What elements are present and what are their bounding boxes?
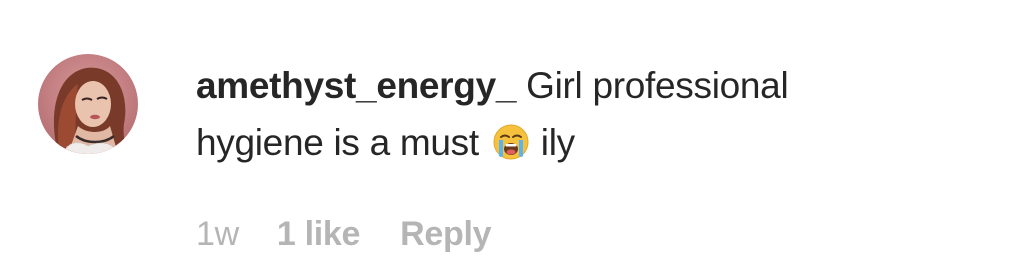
- comment-text-line2: hygiene is a must: [196, 122, 479, 163]
- loudly-crying-face-icon: [493, 124, 529, 160]
- avatar[interactable]: [38, 54, 138, 154]
- reply-button[interactable]: Reply: [400, 215, 491, 254]
- comment-text-line1: Girl professional: [526, 65, 789, 106]
- likes-count-button[interactable]: 1 like: [277, 215, 361, 254]
- comment-meta: 1w 1 like Reply: [196, 212, 492, 256]
- avatar-image: [38, 54, 138, 154]
- comment: amethyst_energy_ Girl professional hygie…: [0, 0, 1024, 273]
- comment-text-after-emoji: ily: [540, 122, 575, 163]
- comment-body: amethyst_energy_ Girl professional hygie…: [196, 57, 956, 171]
- username-link[interactable]: amethyst_energy_: [196, 65, 516, 106]
- timestamp[interactable]: 1w: [196, 215, 239, 254]
